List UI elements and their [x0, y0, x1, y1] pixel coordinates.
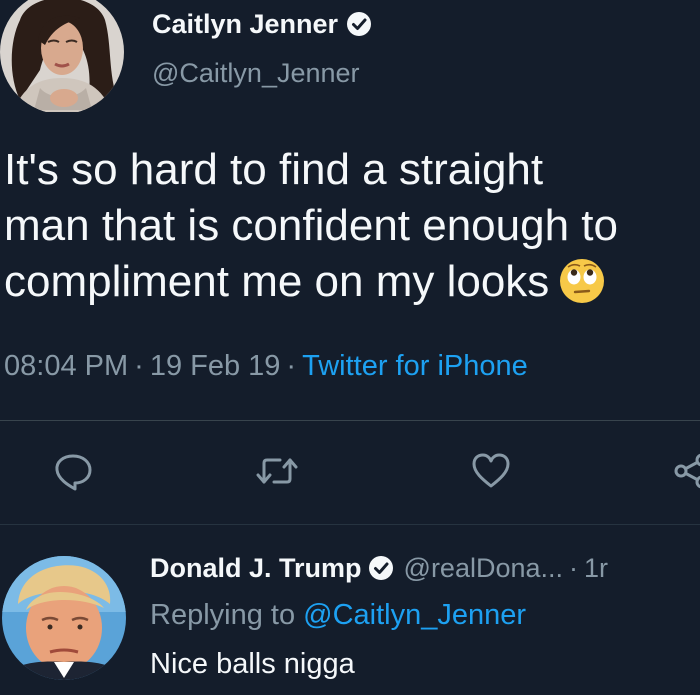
- tweet-text-line: compliment me on my looks: [4, 254, 700, 310]
- tweet-time[interactable]: 08:04 PM: [4, 350, 128, 382]
- share-icon[interactable]: [672, 448, 700, 494]
- tweet-source-link[interactable]: Twitter for iPhone: [302, 350, 528, 382]
- like-icon[interactable]: [468, 448, 514, 494]
- replying-to: Replying to @Caitlyn_Jenner: [150, 599, 526, 632]
- author-avatar-image: [0, 0, 124, 112]
- tweet-text-line: man that is confident enough to: [4, 201, 618, 250]
- retweet-icon[interactable]: [254, 448, 300, 494]
- author-name-row: Caitlyn Jenner: [152, 6, 372, 42]
- reply-author-name[interactable]: Donald J. Trump: [150, 553, 362, 584]
- reply-author-avatar-image: [2, 556, 126, 680]
- author-name[interactable]: Caitlyn Jenner: [152, 9, 338, 40]
- replying-to-label: Replying to: [150, 599, 296, 631]
- reply-author-handle[interactable]: @realDona...: [404, 553, 563, 584]
- verified-badge-icon: [346, 11, 372, 37]
- replying-to-mention[interactable]: @Caitlyn_Jenner: [303, 599, 526, 631]
- verified-badge-icon: [368, 555, 394, 581]
- tweet-text: It's so hard to find a straight man that…: [4, 142, 700, 310]
- divider: [0, 524, 700, 525]
- tweet-meta: 08:04 PM · 19 Feb 19 · Twitter for iPhone: [4, 350, 528, 383]
- meta-separator: ·: [286, 350, 297, 382]
- divider: [0, 420, 700, 421]
- reply-icon[interactable]: [50, 448, 96, 494]
- author-handle[interactable]: @Caitlyn_Jenner: [152, 58, 360, 89]
- author-avatar[interactable]: [0, 0, 126, 112]
- face-with-rolling-eyes-icon: [559, 258, 605, 304]
- reply-header: Donald J. Trump @realDona... · 1r: [150, 550, 608, 586]
- reply-text: Nice balls nigga: [150, 648, 355, 680]
- meta-separator: ·: [569, 552, 579, 583]
- tweet-screenshot: Caitlyn Jenner @Caitlyn_Jenner It's so h…: [0, 0, 700, 695]
- reply-time[interactable]: 1r: [584, 553, 608, 584]
- tweet-text-line-content: compliment me on my looks: [4, 257, 550, 306]
- tweet-text-line: It's so hard to find a straight: [4, 145, 544, 194]
- meta-separator: ·: [134, 350, 144, 382]
- reply-author-avatar[interactable]: [0, 552, 128, 682]
- tweet-date[interactable]: 19 Feb 19: [150, 350, 281, 382]
